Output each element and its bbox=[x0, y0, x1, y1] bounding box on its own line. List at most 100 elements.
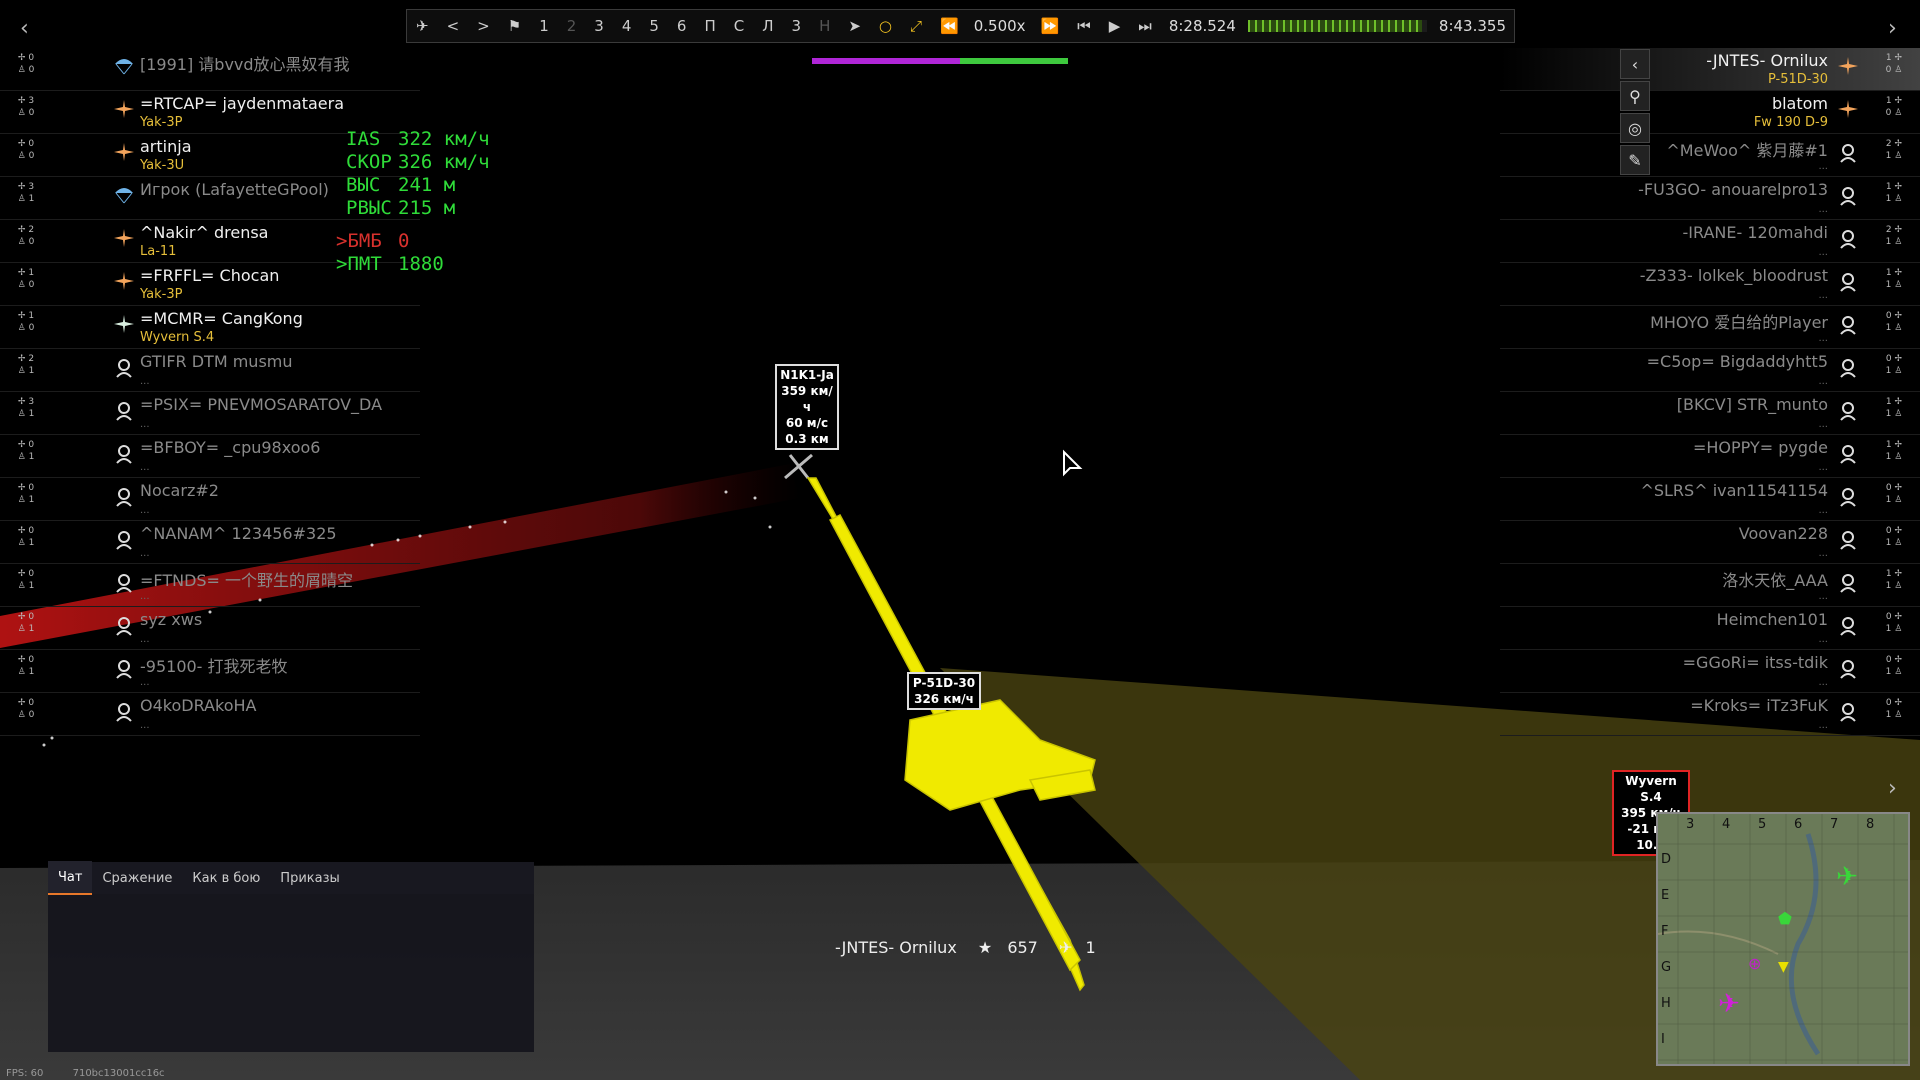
player-kills: 0 bbox=[28, 569, 35, 579]
brush-icon[interactable]: ✎ bbox=[1620, 145, 1650, 175]
camera-slot-s[interactable]: С bbox=[725, 10, 753, 42]
player-row[interactable]: ✢ 2 ♙ 1 GTIFR DTM musmu... bbox=[0, 349, 420, 392]
skip-forward-icon[interactable]: ⏭ bbox=[1129, 10, 1161, 42]
player-kills: 0 bbox=[28, 526, 35, 536]
camera-slot-1[interactable]: 1 bbox=[530, 10, 558, 42]
player-kills: 0 bbox=[28, 53, 35, 63]
player-row[interactable]: Heimchen101... 0 ✢ 1 ♙ bbox=[1500, 607, 1920, 650]
player-row[interactable]: =Kroks= iTz3FuK... 0 ✢ 1 ♙ bbox=[1500, 693, 1920, 736]
minimap[interactable]: 3 4 5 6 7 8 D E F G H I ✈ ✈ ⬟ ⊕ ▼ bbox=[1656, 812, 1910, 1066]
player-row[interactable]: =HOPPY= pygde... 1 ✢ 1 ♙ bbox=[1500, 435, 1920, 478]
camera-slot-z[interactable]: 3 bbox=[783, 10, 811, 42]
end-time: 8:43.355 bbox=[1438, 17, 1506, 35]
player-deaths: 1 bbox=[28, 194, 35, 204]
deaths-icon: ♙ bbox=[1894, 538, 1903, 548]
camera-slot-l[interactable]: Л bbox=[753, 10, 782, 42]
vehicle-placeholder: ... bbox=[1818, 376, 1828, 387]
camera-slot-4[interactable]: 4 bbox=[613, 10, 641, 42]
player-row[interactable]: 洛水天依_AAA... 1 ✢ 1 ♙ bbox=[1500, 564, 1920, 607]
slow-down-icon[interactable]: ⏪ bbox=[931, 10, 968, 42]
spectated-player-line: -JNTES- Ornilux ★ 657 ✈ 1 bbox=[835, 938, 1096, 957]
player-name: -JNTES- Ornilux bbox=[1706, 51, 1828, 70]
player-row[interactable]: ✢ 0 ♙ 1 Nocarz#2... bbox=[0, 478, 420, 521]
player-row[interactable]: ✢ 0 ♙ 1 =BFBOY= _cpu98xoo6... bbox=[0, 435, 420, 478]
camera-slot-3[interactable]: 3 bbox=[585, 10, 613, 42]
kills-icon: ✢ bbox=[1894, 354, 1903, 364]
altitude-value: 241 м bbox=[398, 174, 456, 196]
cursor-mode-icon[interactable]: ➤ bbox=[839, 10, 870, 42]
player-name: =MCMR= CangKong bbox=[140, 309, 303, 328]
tab-battle[interactable]: Сражение bbox=[92, 862, 182, 894]
camera-slot-6[interactable]: 6 bbox=[668, 10, 696, 42]
player-stats: ✢ 3 ♙ 1 bbox=[14, 181, 38, 205]
player-row[interactable]: ✢ 0 ♙ 1 syz xws... bbox=[0, 607, 420, 650]
player-row[interactable]: ^MeWoo^ 紫月藤#1... 2 ✢ 1 ♙ bbox=[1500, 134, 1920, 177]
player-row[interactable]: ^SLRS^ ivan11541154... 0 ✢ 1 ♙ bbox=[1500, 478, 1920, 521]
player-row[interactable]: [BKCV] STR_munto... 1 ✢ 1 ♙ bbox=[1500, 392, 1920, 435]
minimap-expand-arrow[interactable]: › bbox=[1888, 776, 1897, 801]
speed-up-icon[interactable]: ⏩ bbox=[1032, 10, 1069, 42]
player-row[interactable]: blatom Fw 190 D-9 1 ✢ 0 ♙ bbox=[1500, 91, 1920, 134]
minimap-row-label: H bbox=[1661, 996, 1671, 1011]
player-row[interactable]: -JNTES- Ornilux P-51D-30 1 ✢ 0 ♙ bbox=[1500, 48, 1920, 91]
player-kills: 2 bbox=[28, 354, 35, 364]
player-row[interactable]: ✢ 0 ♙ 1 -95100- 打我死老牧... bbox=[0, 650, 420, 693]
player-row[interactable]: -Z333- lolkek_bloodrust... 1 ✢ 1 ♙ bbox=[1500, 263, 1920, 306]
kills-icon: ✢ bbox=[17, 440, 26, 450]
play-icon[interactable]: ▶ bbox=[1100, 10, 1130, 42]
vehicle-placeholder: ... bbox=[1818, 290, 1828, 301]
player-row[interactable]: -IRANE- 120mahdi... 2 ✢ 1 ♙ bbox=[1500, 220, 1920, 263]
player-row[interactable]: ✢ 3 ♙ 1 =PSIX= PNEVMOSARATOV_DA... bbox=[0, 392, 420, 435]
player-stats: ✢ 2 ♙ 1 bbox=[14, 353, 38, 377]
kills-icon: ✢ bbox=[17, 354, 26, 364]
player-name: =C5op= Bigdaddyhtt5 bbox=[1646, 352, 1828, 371]
player-row[interactable]: ✢ 0 ♙ 0 O4koDRAkoHA... bbox=[0, 693, 420, 736]
replay-progress-bar[interactable] bbox=[1247, 20, 1427, 32]
radar-icon[interactable]: ◎ bbox=[1620, 113, 1650, 143]
player-name: [1991] 请bvvd放心黑奴有我 bbox=[140, 55, 350, 74]
pilot-icon bbox=[112, 441, 136, 465]
player-row[interactable]: =GGoRi= itss-tdik... 0 ✢ 1 ♙ bbox=[1500, 650, 1920, 693]
player-row[interactable]: ✢ 0 ♙ 0 [1991] 请bvvd放心黑奴有我 bbox=[0, 48, 420, 91]
collapse-tools-chevron-icon[interactable]: ‹ bbox=[1620, 49, 1650, 79]
player-deaths: 0 bbox=[28, 280, 35, 290]
scroll-left-arrow[interactable]: ‹ bbox=[20, 16, 29, 41]
camera-slot-2[interactable]: 2 bbox=[558, 10, 586, 42]
minimap-col-label: 3 bbox=[1686, 817, 1695, 832]
target-speed: 359 км/ч bbox=[781, 384, 833, 414]
kills-icon: ✢ bbox=[1894, 526, 1903, 536]
player-kills: 0 bbox=[1885, 698, 1892, 708]
camera-slot-n[interactable]: Н bbox=[810, 10, 839, 42]
tab-as-in-battle[interactable]: Как в бою bbox=[182, 862, 270, 894]
skip-back-icon[interactable]: ⏮ bbox=[1068, 10, 1100, 42]
vehicle-placeholder: ... bbox=[140, 505, 150, 516]
playback-speed: 0.500x bbox=[973, 17, 1026, 35]
kills-icon: ✢ bbox=[1894, 612, 1903, 622]
camera-free-icon[interactable]: ✈ bbox=[407, 10, 438, 42]
player-row[interactable]: ✢ 0 ♙ 1 ^NANAM^ 123456#325... bbox=[0, 521, 420, 564]
scroll-right-arrow[interactable]: › bbox=[1888, 16, 1897, 41]
player-name: =BFBOY= _cpu98xoo6 bbox=[140, 438, 321, 457]
target-distance: 0.3 км bbox=[785, 432, 829, 446]
player-row[interactable]: ✢ 0 ♙ 1 =FTNDS= 一个野生的屑晴空... bbox=[0, 564, 420, 607]
unit-camera-icon[interactable]: ⚑ bbox=[499, 10, 530, 42]
player-row[interactable]: MHOYO 爱白给的Player... 0 ✢ 1 ♙ bbox=[1500, 306, 1920, 349]
tab-chat[interactable]: Чат bbox=[48, 861, 93, 895]
player-deaths: 0 bbox=[28, 65, 35, 75]
player-kills: 0 bbox=[28, 483, 35, 493]
tab-orders[interactable]: Приказы bbox=[270, 862, 349, 894]
camera-slot-p[interactable]: П bbox=[695, 10, 724, 42]
player-row[interactable]: -FU3GO- anouarelpro13... 1 ✢ 1 ♙ bbox=[1500, 177, 1920, 220]
deaths-icon: ♙ bbox=[1894, 409, 1903, 419]
next-player-button[interactable]: > bbox=[468, 10, 499, 42]
prev-player-button[interactable]: < bbox=[438, 10, 469, 42]
camera-slot-5[interactable]: 5 bbox=[640, 10, 668, 42]
target-lock-icon[interactable]: ○ bbox=[870, 10, 901, 42]
player-row[interactable]: ✢ 1 ♙ 0 =MCMR= CangKong Wyvern S.4 bbox=[0, 306, 420, 349]
cinematic-camera-icon[interactable]: ⤢ bbox=[901, 10, 931, 42]
player-row[interactable]: =C5op= Bigdaddyhtt5... 0 ✢ 1 ♙ bbox=[1500, 349, 1920, 392]
deaths-icon: ♙ bbox=[1894, 624, 1903, 634]
map-pin-icon[interactable]: ⚲ bbox=[1620, 81, 1650, 111]
deaths-icon: ♙ bbox=[17, 323, 26, 333]
player-row[interactable]: Voovan228... 0 ✢ 1 ♙ bbox=[1500, 521, 1920, 564]
